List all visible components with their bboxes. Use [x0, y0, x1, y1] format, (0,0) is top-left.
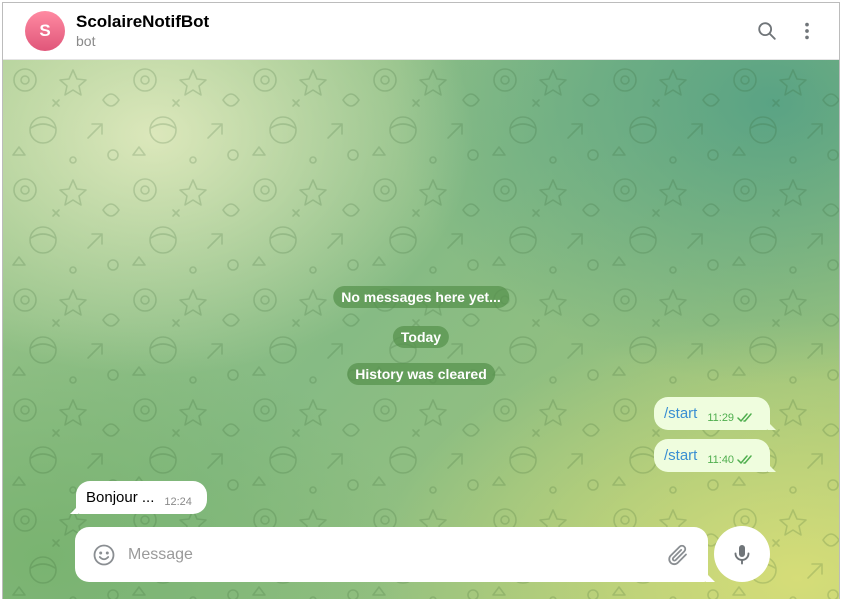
message-meta: 11:40 — [707, 454, 755, 466]
search-icon — [758, 22, 776, 40]
message-time: 11:29 — [707, 411, 735, 424]
message-meta: 12:24 — [164, 496, 192, 508]
header-actions — [747, 11, 839, 51]
empty-chat-notice: No messages here yet... — [333, 286, 509, 308]
message-list[interactable]: No messages here yet... Today History wa… — [3, 60, 839, 599]
message-time: 12:24 — [164, 495, 192, 508]
attach-button[interactable] — [666, 543, 690, 567]
search-button[interactable] — [747, 11, 787, 51]
bot-command-link[interactable]: /start — [664, 447, 697, 464]
paperclip-icon — [668, 544, 687, 565]
message-bubble-outgoing[interactable]: /start 11:40 — [654, 439, 776, 472]
chat-subtitle: bot — [76, 33, 96, 49]
chat-info[interactable]: ScolaireNotifBot bot — [76, 12, 209, 50]
more-vertical-icon — [805, 22, 809, 40]
more-button[interactable] — [787, 11, 827, 51]
chat-header: S ScolaireNotifBot bot — [3, 3, 839, 60]
date-separator: Today — [392, 326, 450, 348]
chat-title: ScolaireNotifBot — [76, 12, 210, 31]
avatar[interactable]: S — [25, 11, 65, 51]
voice-record-button[interactable] — [714, 526, 770, 582]
history-cleared-notice: History was cleared — [347, 363, 495, 385]
message-text: Bonjour ... — [86, 489, 155, 506]
chat-window: S ScolaireNotifBot bot No messages here … — [2, 2, 840, 599]
double-check-icon — [737, 455, 752, 464]
message-bubble-outgoing[interactable]: /start 11:29 — [654, 397, 776, 430]
message-meta: 11:29 — [707, 412, 755, 424]
smiley-icon — [93, 544, 115, 565]
double-check-icon — [737, 413, 752, 422]
microphone-icon — [734, 545, 750, 565]
message-bubble-incoming[interactable]: Bonjour ... 12:24 — [70, 481, 207, 514]
emoji-button[interactable] — [92, 543, 116, 567]
message-composer — [75, 527, 715, 582]
message-input[interactable] — [128, 545, 666, 564]
message-time: 11:40 — [707, 453, 735, 466]
bot-command-link[interactable]: /start — [664, 405, 697, 422]
